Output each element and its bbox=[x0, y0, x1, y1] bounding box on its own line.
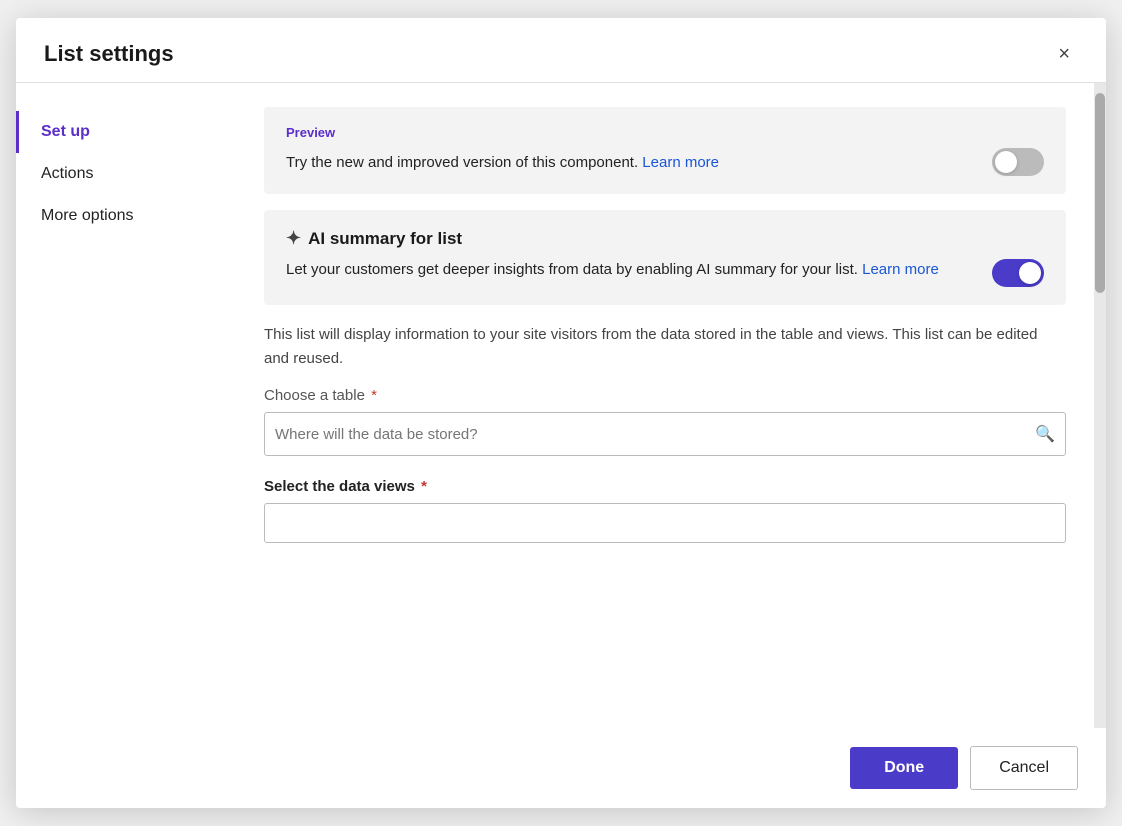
table-required-star: * bbox=[367, 387, 377, 404]
ai-card-description: Let your customers get deeper insights f… bbox=[286, 259, 980, 282]
preview-row: Try the new and improved version of this… bbox=[286, 148, 1044, 176]
scrollbar-track[interactable] bbox=[1094, 83, 1106, 728]
sidebar: Set up Actions More options bbox=[16, 83, 236, 728]
preview-learn-more-link[interactable]: Learn more bbox=[642, 154, 719, 171]
ai-toggle[interactable] bbox=[992, 259, 1044, 287]
table-input-wrap: 🔍 bbox=[264, 412, 1066, 456]
close-button[interactable]: × bbox=[1050, 40, 1078, 68]
views-field-label: Select the data views * bbox=[264, 478, 1066, 495]
table-field-label: Choose a table * bbox=[264, 387, 1066, 404]
views-required-star: * bbox=[417, 478, 427, 495]
scrollbar-thumb[interactable] bbox=[1095, 93, 1105, 293]
sidebar-item-setup[interactable]: Set up bbox=[16, 111, 236, 153]
ai-sparkle-icon: ✦ bbox=[286, 228, 301, 249]
ai-card-body: Let your customers get deeper insights f… bbox=[286, 259, 1044, 287]
table-field-group: Choose a table * 🔍 bbox=[264, 387, 1066, 456]
main-content: Preview Try the new and improved version… bbox=[236, 83, 1094, 728]
info-text: This list will display information to yo… bbox=[264, 323, 1066, 371]
done-button[interactable]: Done bbox=[850, 747, 958, 789]
sidebar-item-more-options[interactable]: More options bbox=[16, 195, 236, 237]
dialog-body: Set up Actions More options Preview Try … bbox=[16, 83, 1106, 728]
ai-card-title: ✦ AI summary for list bbox=[286, 228, 1044, 249]
views-input-wrap[interactable] bbox=[264, 503, 1066, 543]
preview-text: Try the new and improved version of this… bbox=[286, 154, 980, 171]
ai-summary-card: ✦ AI summary for list Let your customers… bbox=[264, 210, 1066, 305]
sidebar-item-actions[interactable]: Actions bbox=[16, 153, 236, 195]
dialog-title: List settings bbox=[44, 41, 174, 67]
ai-learn-more-link[interactable]: Learn more bbox=[862, 261, 939, 278]
preview-toggle[interactable] bbox=[992, 148, 1044, 176]
preview-label: Preview bbox=[286, 125, 1044, 140]
search-icon: 🔍 bbox=[1035, 424, 1055, 444]
views-field-group: Select the data views * bbox=[264, 478, 1066, 543]
dialog-footer: Done Cancel bbox=[16, 728, 1106, 808]
dialog-header: List settings × bbox=[16, 18, 1106, 83]
cancel-button[interactable]: Cancel bbox=[970, 746, 1078, 790]
preview-toggle-slider bbox=[992, 148, 1044, 176]
ai-toggle-slider bbox=[992, 259, 1044, 287]
preview-card: Preview Try the new and improved version… bbox=[264, 107, 1066, 194]
list-settings-dialog: List settings × Set up Actions More opti… bbox=[16, 18, 1106, 808]
table-search-input[interactable] bbox=[275, 426, 1029, 443]
